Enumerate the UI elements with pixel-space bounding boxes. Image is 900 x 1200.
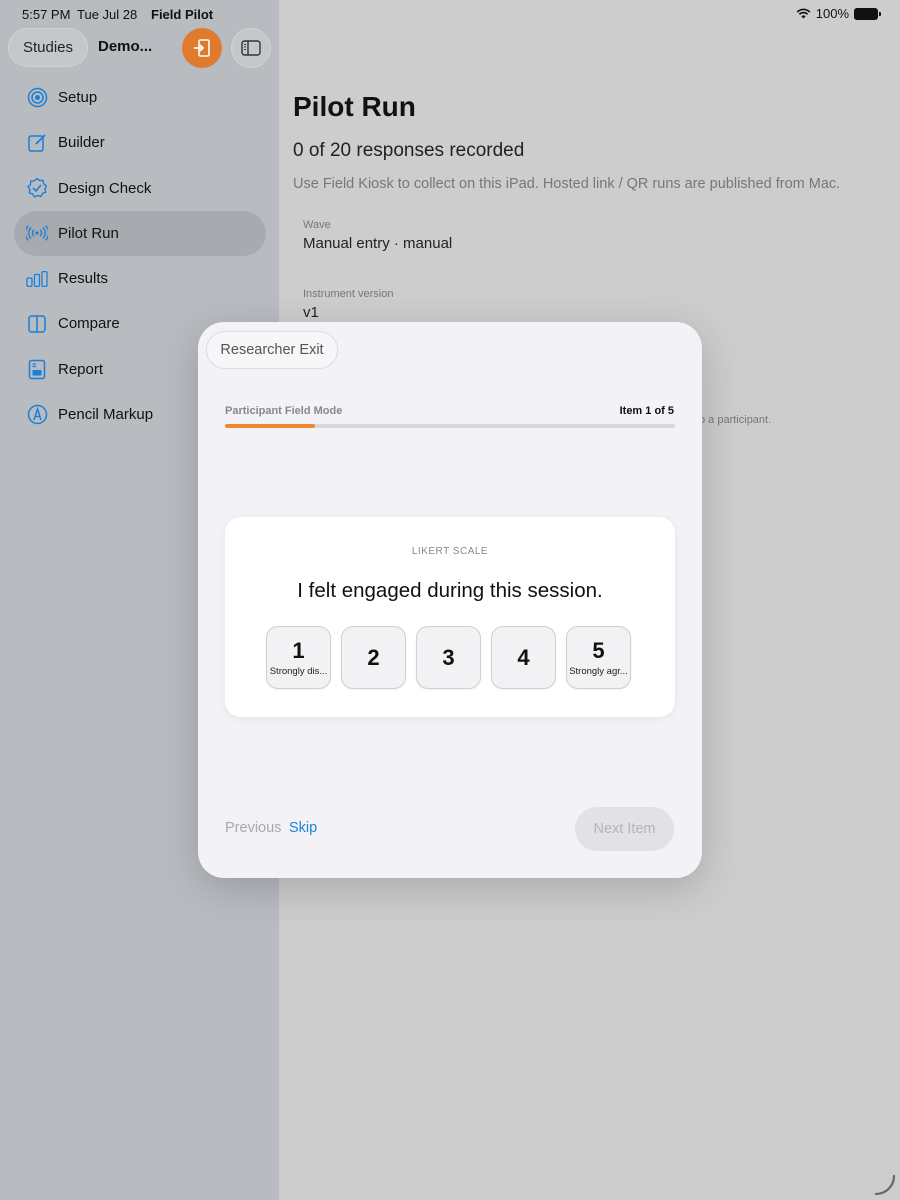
sidebar-item-label: Compare [58,315,120,333]
researcher-exit-button[interactable]: Researcher Exit [206,331,338,369]
sidebar-toggle-button[interactable] [231,28,271,68]
pencil-tip-icon [26,404,48,426]
option-value: 3 [442,644,455,670]
collection-note: Use Field Kiosk to collect on this iPad.… [293,176,841,192]
option-value: 1 [292,638,305,663]
enter-icon [194,39,210,57]
sidebar-item-label: Pencil Markup [58,406,154,424]
sidebar-item-label: Pilot Run [58,224,119,242]
page-title: Pilot Run [293,91,416,122]
battery-percent: 100% [815,6,849,21]
sidebar-icon [241,40,261,56]
sidebar-item-pilot-run[interactable]: Pilot Run [14,210,266,256]
sidebar-item-results[interactable]: Results [14,256,266,301]
responses-summary: 0 of 20 responses recorded [293,140,525,161]
status-right: 100% [796,6,881,21]
sidebar-item-label: Builder [58,134,105,152]
likert-option-3[interactable]: 3 [416,626,481,689]
likert-option-5[interactable]: 5 Strongly agr... [566,626,631,689]
study-title[interactable]: Demo... [98,38,152,55]
progress-fill [225,424,315,428]
sidebar-item-setup[interactable]: Setup [14,75,266,120]
sidebar-item-label: Design Check [58,179,152,197]
battery-icon [854,7,881,20]
sidebar-item-label: Report [58,360,104,378]
resize-handle-icon[interactable] [874,1174,896,1196]
status-date: Tue Jul 28 [77,7,138,22]
status-bar: 5:57 PM Tue Jul 28 Field Pilot 100% [0,0,900,28]
option-value: 2 [367,644,380,670]
likert-options: 1 Strongly dis... 2 3 4 5 Strongly agr..… [266,626,631,689]
question-text: I felt engaged during this session. [297,579,603,602]
option-label: Strongly dis... [269,666,328,677]
previous-button[interactable]: Previous [225,820,281,836]
target-icon [26,87,48,109]
question-card: LIKERT SCALE I felt engaged during this … [225,517,675,717]
obscured-text: o a participant. [699,414,772,426]
status-time: 5:57 PM [22,7,71,22]
question-type-label: LIKERT SCALE [411,546,489,557]
bar-chart-icon [26,268,48,290]
progress-bar [225,424,675,428]
sidebar-item-design-check[interactable]: Design Check [14,166,266,211]
likert-option-2[interactable]: 2 [341,626,406,689]
likert-option-1[interactable]: 1 Strongly dis... [266,626,331,689]
sidebar-item-label: Setup [58,89,98,106]
sidebar-item-builder[interactable]: Builder [14,120,266,165]
enter-kiosk-button[interactable] [182,28,222,68]
edit-square-icon [26,132,48,154]
report-icon [26,358,48,380]
wave-label: Wave [303,219,331,231]
mode-label: Participant Field Mode [225,405,343,417]
broadcast-icon [26,222,48,244]
option-label: Strongly agr... [569,666,628,677]
participant-field-modal: Researcher Exit Participant Field Mode I… [198,322,702,878]
next-item-button[interactable]: Next Item [575,807,674,851]
sidebar-top-controls: Studies Demo... [8,28,274,68]
sidebar-item-label: Results [58,270,109,288]
option-value: 4 [517,644,530,670]
likert-option-4[interactable]: 4 [491,626,556,689]
instrument-version-label: Instrument version [303,288,394,300]
option-value: 5 [592,638,605,663]
status-app-name: Field Pilot [151,7,214,22]
split-view-icon [26,313,48,335]
item-counter: Item 1 of 5 [619,405,674,417]
studies-button[interactable]: Studies [8,28,88,67]
wave-value[interactable]: Manual entry · manual [303,235,452,252]
wifi-icon [796,8,811,19]
skip-button[interactable]: Skip [289,820,317,836]
checkmark-seal-icon [26,177,48,199]
instrument-version-value[interactable]: v1 [303,304,319,321]
